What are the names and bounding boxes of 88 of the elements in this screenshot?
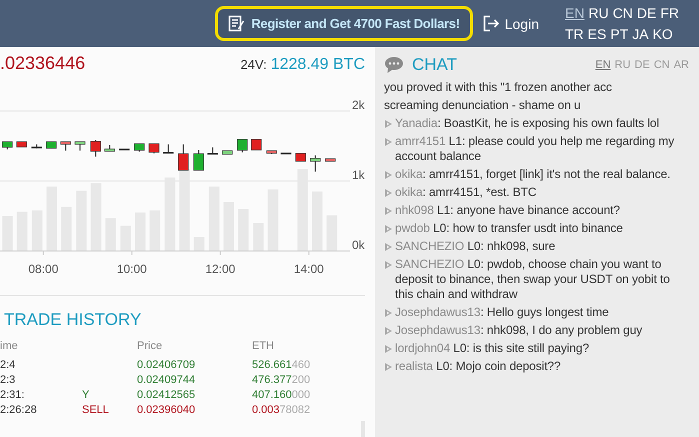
arrow-icon	[384, 326, 393, 336]
volume-bar	[120, 226, 131, 251]
volume-bar	[312, 192, 323, 251]
volume-value: 1228.49 BTC	[270, 56, 365, 74]
table-cell-text: 2:4	[0, 359, 16, 371]
volume-bar	[32, 210, 42, 251]
table-cell-text: 0.02406709	[137, 359, 196, 371]
chat-message: you proved it with this "1 frozen another acc	[384, 80, 612, 95]
language-link[interactable]: JA	[632, 26, 649, 42]
volume-bar	[268, 189, 278, 251]
chat-message: realista L0: Mojo coin deposit??	[395, 359, 561, 374]
volume-bar	[238, 209, 249, 251]
chat-message: pwdob L0: how to transfer usdt into binance	[395, 221, 623, 236]
chat-message: lordjohn04 L0: is this site still paying?	[395, 341, 590, 356]
chat-icon	[384, 56, 404, 74]
language-link[interactable]: CN	[612, 4, 633, 22]
arrow-icon	[384, 308, 393, 318]
arrow-icon	[384, 260, 393, 270]
chat-message: nhk098 L1: anyone have binance account?	[395, 203, 620, 218]
column-header: Price	[137, 340, 164, 352]
arrow-icon	[384, 242, 393, 252]
chat-message: Yanadia: BoastKit, he is exposing his own faults lol	[395, 116, 660, 131]
chat-message: Josephdawus13: nhk098, I do any problem guy	[395, 323, 642, 338]
axis-label: 14:00	[294, 262, 324, 276]
volume-label: 24V:	[240, 57, 267, 72]
arrow-icon	[384, 137, 393, 147]
chat-title: CHAT	[412, 55, 458, 75]
chat-message: SANCHEZIO L0: nhk098, sure	[395, 239, 556, 254]
arrow-icon	[384, 362, 393, 372]
arrow-icon	[384, 206, 393, 216]
volume-bar	[2, 216, 13, 251]
axis-label: 12:00	[205, 262, 236, 276]
table-cell-text: 2:31:	[0, 389, 26, 401]
volume-bar	[224, 202, 234, 251]
language-link[interactable]: RU	[588, 4, 609, 22]
volume-bar	[253, 223, 264, 251]
arrow-icon	[384, 119, 393, 129]
table-cell: SELL	[82, 404, 109, 416]
login-link[interactable]: Login	[482, 15, 539, 32]
table-cell-text: 0.02409744	[137, 374, 196, 386]
table-cell-text: 476.377200	[252, 374, 312, 386]
column-header: ime	[0, 340, 19, 352]
axis-label: 10:00	[116, 262, 147, 276]
volume-bar	[61, 206, 72, 251]
chat-message: okika: amrr4151, forget [link] it's not the real balance.	[395, 167, 670, 182]
table-cell-text: 2:26:28	[0, 404, 38, 416]
language-link[interactable]: KO	[652, 26, 673, 42]
arrow-icon	[384, 344, 393, 354]
register-button[interactable]: Register and Get 4700 Fast Dollars!	[215, 6, 473, 41]
table-cell-text: 407.160000	[252, 389, 312, 401]
last-price: .02336446	[0, 53, 86, 74]
axis-label: 2k	[352, 98, 365, 112]
arrow-icon	[384, 170, 393, 180]
table-cell-text: 0.00378082	[252, 404, 312, 416]
chat-message: Josephdawus13: Hello guys longest time	[395, 305, 609, 320]
arrow-icon	[384, 188, 393, 198]
arrow-icon	[384, 224, 393, 234]
language-link[interactable]: EN	[565, 4, 584, 22]
volume-bar	[208, 186, 220, 251]
axis-label: 0k	[352, 238, 365, 252]
chat-message: screaming denunciation - shame on u	[384, 98, 581, 113]
volume-bar	[326, 215, 338, 251]
language-link[interactable]: EN	[595, 59, 611, 71]
table-cell-text: 526.661460	[252, 359, 312, 371]
volume-bar	[105, 218, 116, 251]
language-link[interactable]: DE	[636, 4, 656, 22]
volume-bar	[16, 212, 28, 251]
volume-bar	[46, 186, 58, 251]
login-icon	[482, 15, 500, 32]
document-icon	[228, 15, 246, 32]
volume-bar	[150, 210, 160, 251]
axis-label: 08:00	[28, 262, 58, 276]
language-link[interactable]: PT	[610, 26, 628, 42]
language-link[interactable]: ES	[588, 26, 606, 42]
table-cell-text: 0.02396040	[137, 404, 196, 416]
column-header: ETH	[252, 340, 275, 352]
volume-bar	[76, 190, 87, 251]
table-cell: Y	[82, 389, 90, 401]
language-link[interactable]: FR	[660, 4, 680, 22]
language-link[interactable]: TR	[565, 26, 584, 42]
volume-bar	[135, 212, 146, 251]
chat-message: SANCHEZIO L0: pwdob, choose chain you want to deposit to binance, then swap your USDT on yobit to this chain and withdraw	[395, 257, 671, 302]
table-cell-text: 2:3	[0, 374, 16, 386]
axis-label: 1k	[352, 168, 365, 182]
section-title: TRADE HISTORY	[3, 309, 142, 331]
chat-message: okika: amrr4151, *est. BTC	[395, 185, 536, 200]
volume-bar	[194, 237, 204, 251]
table-cell-text: 0.02412565	[137, 389, 196, 401]
